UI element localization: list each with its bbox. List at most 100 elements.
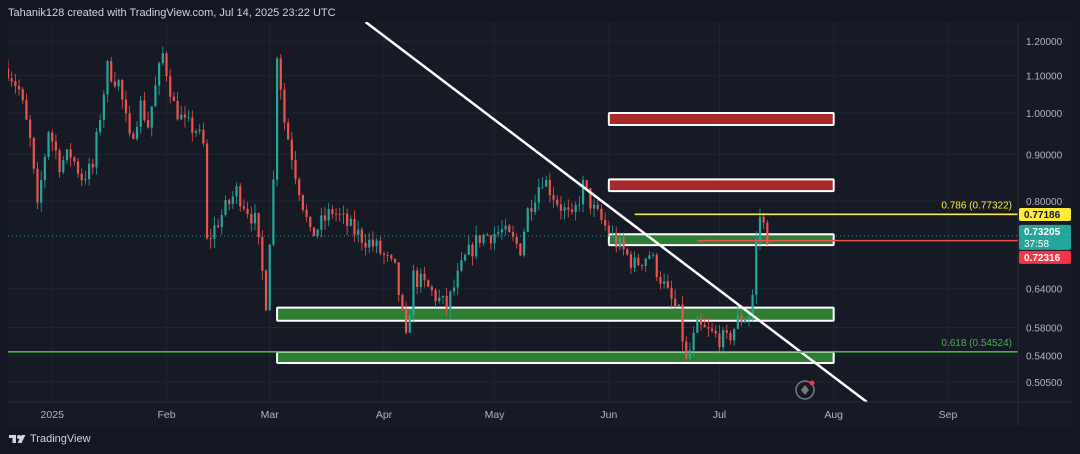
candle-body bbox=[99, 119, 102, 132]
candle bbox=[158, 61, 161, 96]
price-label-countdown: 37:58 bbox=[1019, 236, 1071, 250]
candle-body bbox=[253, 212, 257, 224]
candle-body bbox=[504, 225, 507, 230]
candle bbox=[58, 147, 61, 178]
candle bbox=[128, 106, 131, 137]
candle bbox=[729, 330, 732, 345]
candle bbox=[169, 68, 172, 104]
candle-body bbox=[312, 227, 316, 237]
candle bbox=[36, 161, 39, 209]
candle-body bbox=[596, 204, 599, 209]
candle-body bbox=[390, 255, 393, 259]
chart-area[interactable]: 0.786 (0.77322) 0.618 (0.54524) 1.20000 1.1… bbox=[8, 22, 1072, 426]
footer-branding[interactable]: TradingView bbox=[8, 431, 91, 447]
candle bbox=[146, 111, 150, 129]
footer-brand-label: TradingView bbox=[30, 433, 91, 445]
candle-body bbox=[180, 114, 183, 120]
candle bbox=[438, 289, 441, 304]
candle bbox=[552, 186, 555, 208]
candle-body bbox=[202, 129, 205, 144]
candle bbox=[217, 219, 220, 229]
candle-body bbox=[762, 216, 765, 223]
candle bbox=[150, 106, 153, 137]
candle-body bbox=[570, 209, 574, 212]
candle-body bbox=[110, 61, 113, 82]
candle-body bbox=[283, 89, 286, 123]
zone-rect bbox=[607, 233, 835, 247]
candle bbox=[486, 232, 489, 237]
candle-body bbox=[191, 117, 194, 133]
candle-body bbox=[84, 179, 87, 181]
candle bbox=[666, 274, 669, 289]
y-tick-label: 1.00000 bbox=[1026, 109, 1063, 120]
candle bbox=[722, 327, 725, 355]
candle bbox=[121, 78, 124, 109]
candle-body bbox=[132, 133, 135, 139]
candle bbox=[563, 202, 566, 220]
zone-rect bbox=[276, 350, 835, 364]
zone-green bbox=[276, 350, 835, 364]
candle-body bbox=[305, 209, 308, 217]
candle-body bbox=[172, 96, 175, 102]
candle bbox=[725, 324, 728, 339]
candle bbox=[526, 206, 529, 233]
candle-body bbox=[165, 53, 168, 77]
candle-body bbox=[405, 308, 408, 333]
candle-body bbox=[725, 330, 728, 333]
candle bbox=[257, 212, 260, 245]
candle bbox=[268, 243, 271, 311]
candle bbox=[334, 208, 338, 222]
candle bbox=[364, 233, 367, 256]
candle-body bbox=[113, 81, 116, 87]
candle-body bbox=[722, 330, 725, 348]
price-chart[interactable]: 0.786 (0.77322) 0.618 (0.54524) 1.20000 1.1… bbox=[8, 22, 1072, 426]
candle bbox=[172, 91, 175, 102]
candle bbox=[522, 228, 526, 258]
x-tick-label: Aug bbox=[824, 409, 843, 421]
candle-body bbox=[146, 120, 150, 128]
candle bbox=[640, 264, 644, 271]
candle-body bbox=[169, 76, 172, 97]
candle bbox=[500, 219, 504, 240]
candle-body bbox=[228, 200, 231, 204]
candle-body bbox=[58, 150, 61, 173]
candle bbox=[615, 226, 618, 253]
price-label-last: 0.73205 bbox=[1019, 224, 1071, 238]
candle bbox=[279, 53, 282, 100]
candle bbox=[21, 86, 24, 105]
candle-body bbox=[187, 117, 190, 119]
x-tick-label: Mar bbox=[261, 409, 280, 421]
candle-body bbox=[25, 100, 28, 120]
candle-body bbox=[371, 239, 375, 247]
candle bbox=[287, 118, 290, 141]
candle-body bbox=[696, 318, 699, 333]
candle bbox=[681, 296, 684, 351]
candle-body bbox=[397, 262, 400, 295]
candle-body bbox=[615, 232, 618, 248]
price-label-text: 0.73205 bbox=[1024, 227, 1061, 238]
candle bbox=[390, 253, 393, 262]
candle-body bbox=[51, 132, 54, 142]
candle-body bbox=[301, 195, 304, 210]
candle-body bbox=[548, 180, 551, 196]
candle bbox=[755, 231, 758, 305]
candle-body bbox=[80, 173, 83, 181]
candle bbox=[62, 156, 65, 175]
candle-body bbox=[508, 225, 511, 233]
candle bbox=[567, 199, 570, 218]
candle-body bbox=[430, 286, 434, 291]
candle-body bbox=[338, 214, 341, 216]
candle-body bbox=[710, 328, 714, 331]
candle-body bbox=[733, 328, 736, 341]
candle bbox=[604, 212, 607, 231]
candle bbox=[275, 56, 279, 187]
price-label-red: 0.72316 bbox=[1019, 250, 1071, 264]
candle-body bbox=[323, 215, 327, 221]
candle-body bbox=[139, 100, 142, 127]
candle-body bbox=[257, 212, 260, 238]
candle-body bbox=[648, 255, 651, 259]
candle-body bbox=[534, 202, 537, 213]
zone-green bbox=[607, 233, 835, 247]
candle-body bbox=[489, 235, 492, 244]
candle bbox=[327, 202, 330, 227]
